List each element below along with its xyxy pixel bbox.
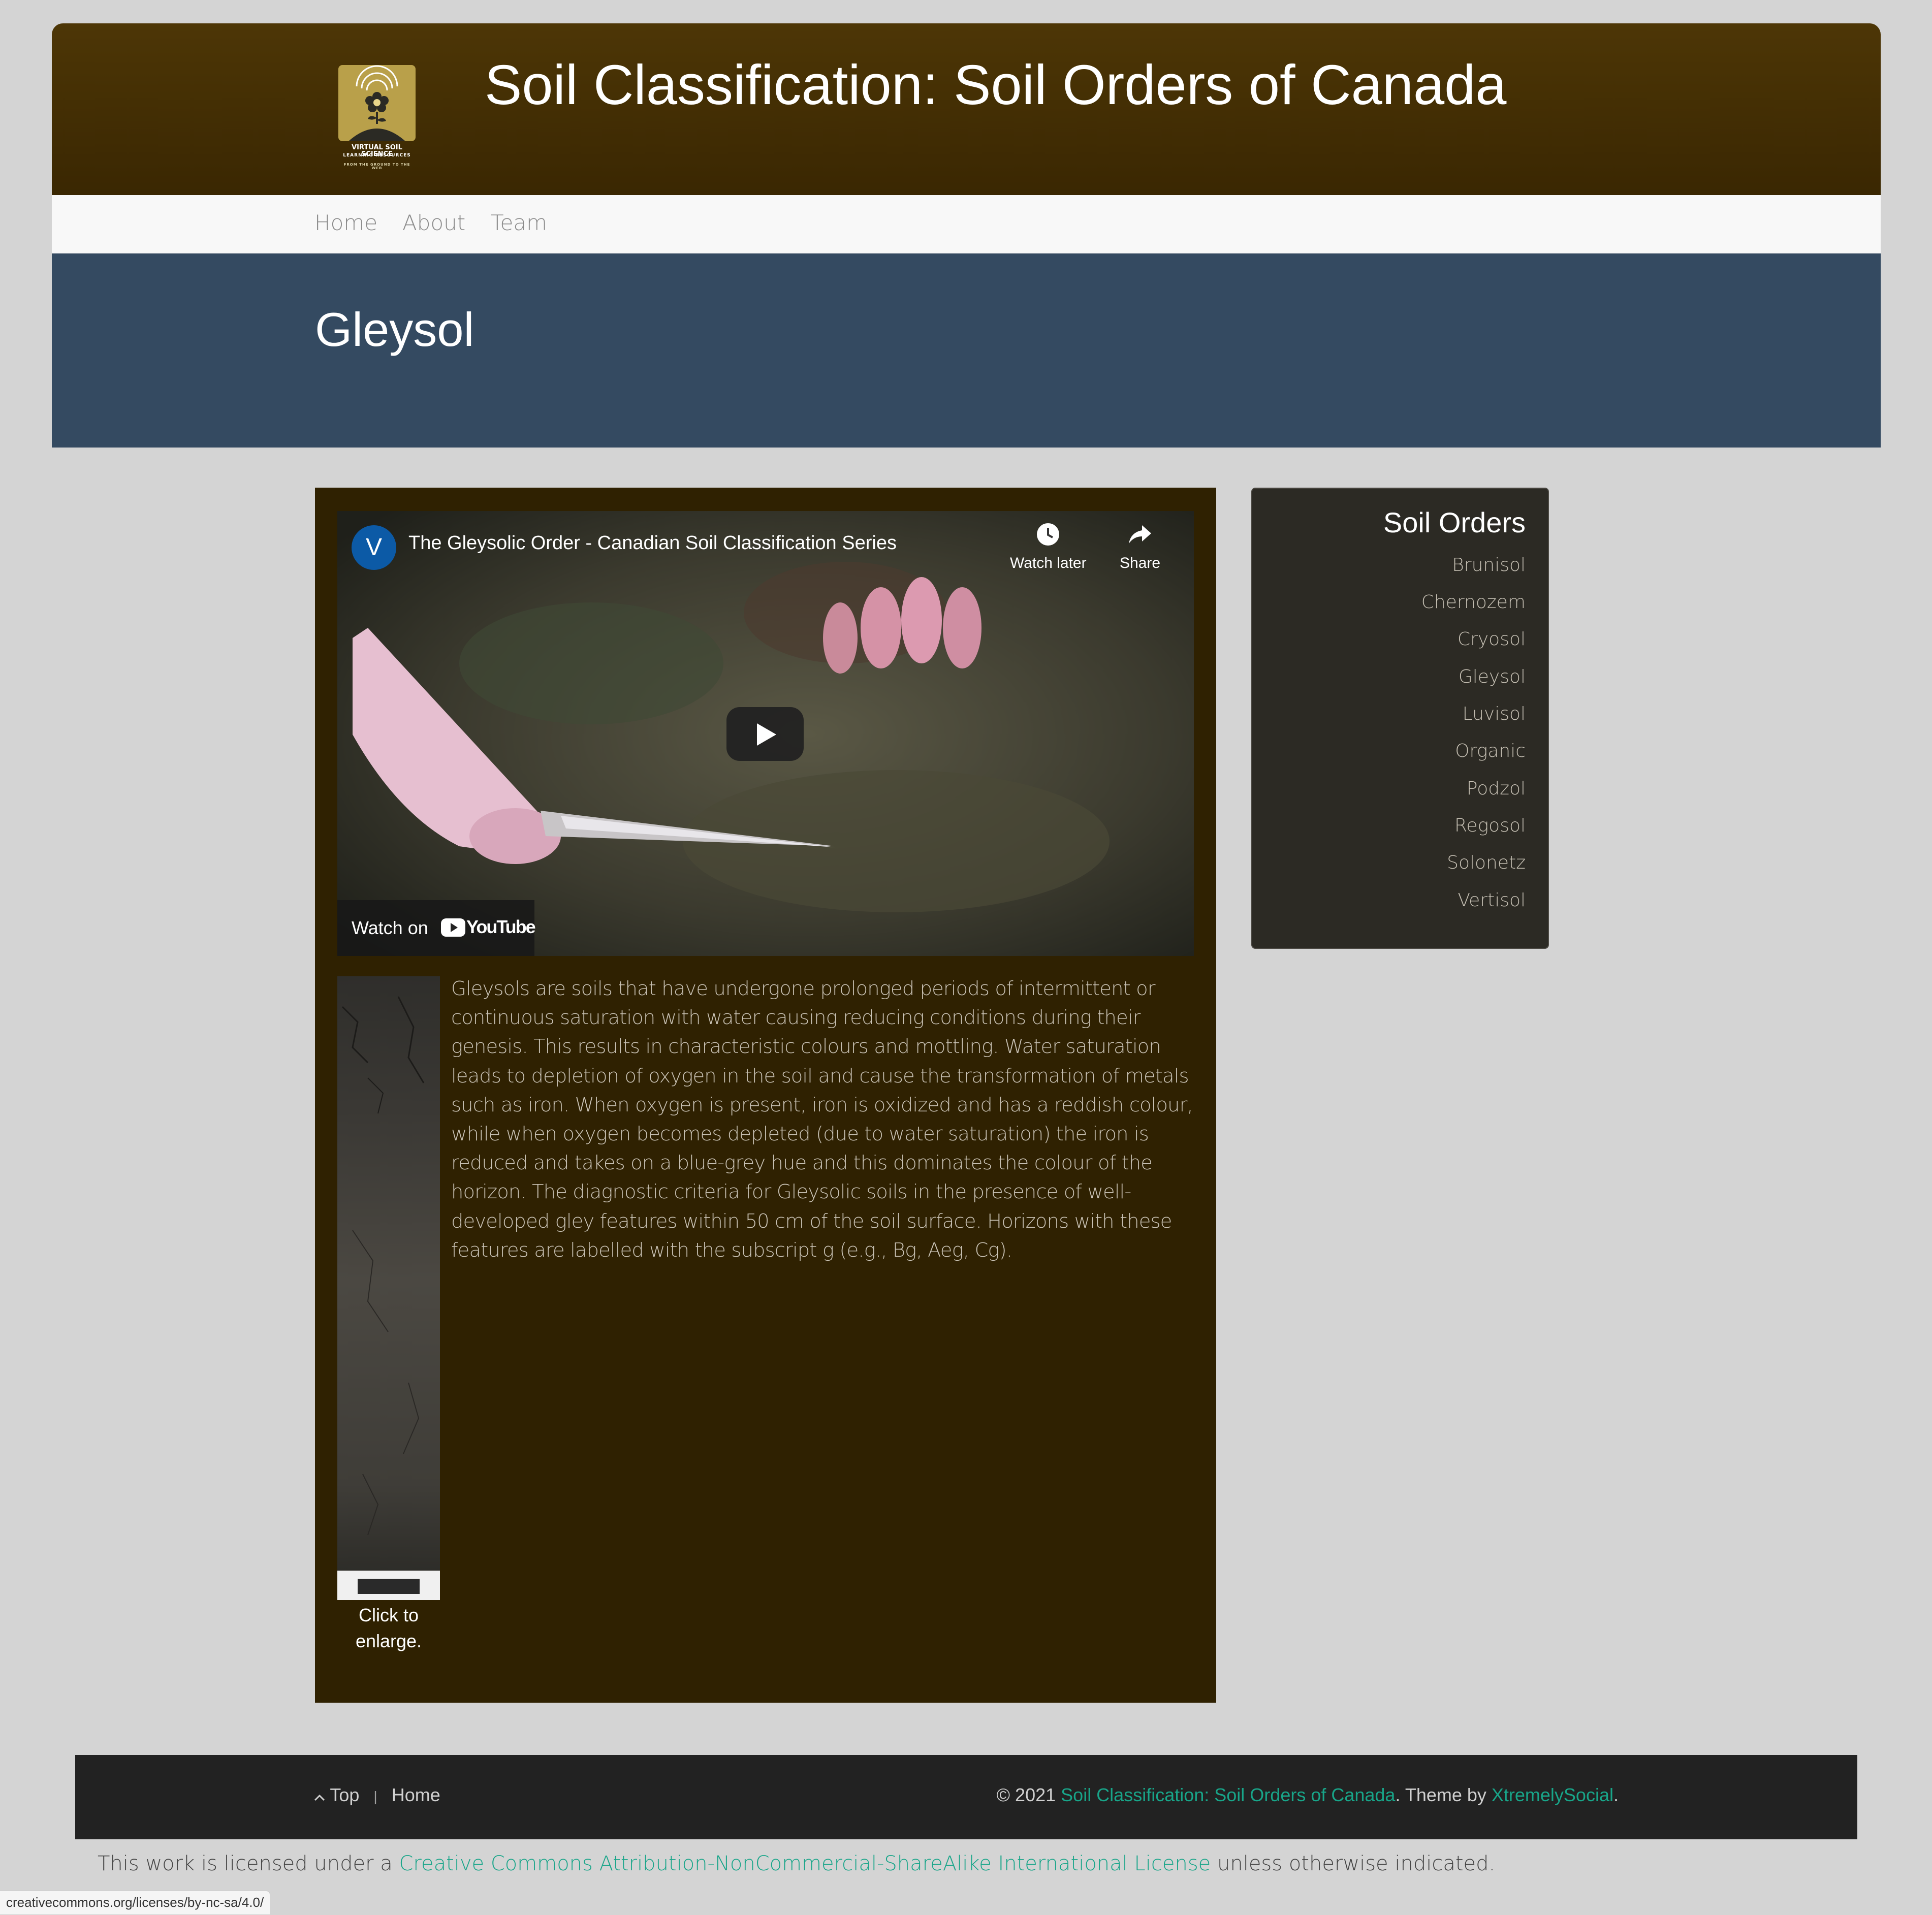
license-suffix: unless otherwise indicated. (1211, 1852, 1496, 1875)
logo-text-line2: LEARNING RESOURCES (343, 153, 411, 158)
page-banner: Gleysol (52, 253, 1881, 448)
sidebar-item-brunisol[interactable]: Brunisol (1452, 555, 1526, 576)
sidebar-item-gleysol[interactable]: Gleysol (1459, 666, 1526, 687)
license-notice: This work is licensed under a Creative C… (98, 1852, 1495, 1875)
sidebar-item-vertisol[interactable]: Vertisol (1458, 890, 1526, 911)
footer-site-link[interactable]: Soil Classification: Soil Orders of Cana… (1061, 1784, 1395, 1805)
image-caption: Click to enlarge. (355, 1605, 422, 1651)
youtube-wordmark: YouTube (466, 916, 536, 937)
site-header: VIRTUAL SOIL SCIENCE LEARNING RESOURCES … (52, 23, 1881, 195)
site-footer: Top | Home © 2021 Soil Classification: S… (75, 1755, 1857, 1839)
sidebar-item-chernozem[interactable]: Chernozem (1421, 592, 1526, 613)
youtube-video-embed[interactable]: V The Gleysolic Order - Canadian Soil Cl… (337, 511, 1194, 956)
browser-status-bar: creativecommons.org/licenses/by-nc-sa/4.… (0, 1891, 271, 1915)
copyright-text: © 2021 (996, 1784, 1061, 1805)
soil-orders-sidebar: Soil Orders Brunisol Chernozem Cryosol G… (1251, 488, 1549, 949)
watch-later-label: Watch later (1010, 555, 1087, 571)
soil-profile-image[interactable] (337, 976, 440, 1600)
channel-avatar[interactable]: V (352, 525, 396, 570)
sidebar-item-cryosol[interactable]: Cryosol (1458, 629, 1526, 650)
watch-on-youtube-button[interactable]: Watch on YouTube (337, 900, 536, 956)
main-nav: Home About Team (52, 195, 1881, 253)
play-icon (757, 723, 776, 746)
license-prefix: This work is licensed under a (98, 1852, 399, 1875)
sidebar-item-luvisol[interactable]: Luvisol (1463, 704, 1526, 724)
footer-links: Top | Home (314, 1784, 440, 1806)
flower-logo-icon (349, 65, 405, 141)
sidebar-title: Soil Orders (1383, 506, 1526, 538)
sidebar-item-organic[interactable]: Organic (1455, 741, 1526, 761)
chevron-up-icon (314, 1794, 325, 1801)
share-label: Share (1120, 555, 1161, 571)
footer-copyright: © 2021 Soil Classification: Soil Orders … (997, 1784, 1619, 1806)
sidebar-item-solonetz[interactable]: Solonetz (1447, 852, 1526, 873)
nav-team-link[interactable]: Team (491, 210, 547, 235)
nav-home-link[interactable]: Home (314, 210, 377, 235)
page-title: Gleysol (315, 303, 474, 356)
sidebar-item-podzol[interactable]: Podzol (1467, 778, 1526, 799)
footer-home-link[interactable]: Home (392, 1784, 440, 1805)
site-title[interactable]: Soil Classification: Soil Orders of Cana… (485, 49, 1506, 121)
license-link[interactable]: Creative Commons Attribution-NonCommerci… (399, 1852, 1211, 1875)
theme-text: . Theme by (1395, 1784, 1492, 1805)
youtube-play-icon (441, 918, 465, 937)
main-content: V The Gleysolic Order - Canadian Soil Cl… (315, 488, 1216, 1703)
watch-on-label: Watch on (352, 917, 428, 938)
footer-period: . (1613, 1784, 1619, 1805)
share-button[interactable]: Share (1120, 521, 1160, 572)
page-frame: VIRTUAL SOIL SCIENCE LEARNING RESOURCES … (52, 23, 1881, 448)
footer-top-link[interactable]: Top (330, 1784, 359, 1805)
soil-texture (341, 996, 425, 1536)
clock-icon (1037, 523, 1060, 546)
video-title[interactable]: The Gleysolic Order - Canadian Soil Clas… (408, 532, 897, 554)
watch-later-button[interactable]: Watch later (1010, 521, 1087, 572)
sidebar-item-regosol[interactable]: Regosol (1454, 815, 1526, 836)
footer-separator: | (373, 1789, 377, 1804)
site-logo[interactable] (338, 65, 416, 141)
share-arrow-icon (1129, 525, 1152, 544)
nav-about-link[interactable]: About (402, 210, 465, 235)
gleysol-description: Gleysols are soils that have undergone p… (451, 977, 1193, 1262)
profile-label-strip (337, 1571, 440, 1600)
logo-text-line3: FROM THE GROUND TO THE WEB (343, 163, 410, 170)
play-button[interactable] (726, 707, 804, 761)
footer-theme-link[interactable]: XtremelySocial (1492, 1784, 1613, 1805)
